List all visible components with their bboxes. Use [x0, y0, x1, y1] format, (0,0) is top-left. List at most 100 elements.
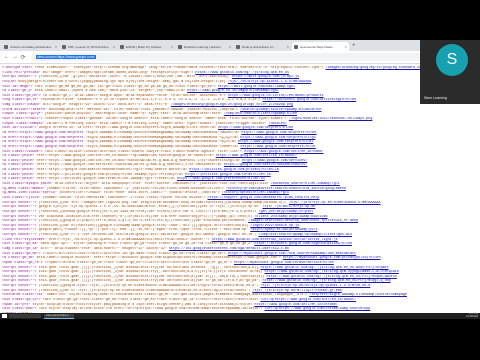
source-link[interactable]: https://www.google.co.in/imghp?hl=en&amp… — [187, 89, 279, 93]
tab-close-icon[interactable]: × — [345, 44, 347, 49]
source-tag: <span id="prt" — [2, 302, 31, 307]
source-link[interactable]: /complete/search?q&amp;cp=0&amp;client=g… — [258, 233, 352, 237]
forward-button[interactable]: → — [11, 54, 19, 60]
source-link[interactable]: https://policies.google.com/privacy?hl=e… — [189, 168, 279, 172]
new-tab-button[interactable]: + — [352, 42, 356, 51]
source-tag: <a href="https://www.google.com/setprefs — [2, 144, 84, 149]
source-link[interactable]: /images/branding/googlelogo/2x/googlelog… — [171, 103, 293, 107]
tab-label: Arduino controlling all Robotics — [10, 44, 52, 49]
source-link[interactable]: https://www.google.co.in/intl/en/about/p… — [228, 94, 324, 98]
source-link[interactable]: /xjs/_/js/md=1/k=xjs.hp.en — [262, 205, 315, 209]
taskbar-clock[interactable]: 9:47 PM 12/14/2022 — [466, 312, 478, 319]
source-link[interactable]: https://www.google.com/intl/en_in/about/ — [216, 154, 297, 158]
back-button[interactable]: ← — [3, 54, 11, 60]
source-link[interactable]: https://www.gstatic.com/og/_/ss/k=og.qtm… — [265, 270, 399, 274]
source-link[interactable]: https://apis.google.com/js/api.js — [232, 75, 299, 79]
source-link[interactable]: https://www.gstatic.com/og/_/js/k=og.qtm… — [260, 266, 388, 270]
source-link[interactable]: /images/searchbox/desktop_searchbox_spri… — [248, 219, 358, 223]
source-attrs: data-ogsr-up="" style="padding:0"><div c… — [40, 242, 253, 247]
source-link[interactable]: https://mail.google.com/mail/&amp;ogbl — [218, 85, 295, 89]
taskbar-chrome-app[interactable]: view-source:https://... — [44, 313, 74, 319]
source-attrs: jsname="xl07Ob" role="menu" tabindex="-1… — [46, 186, 224, 191]
source-attrs: focusable="false" viewbox="0 0 24 24"><p… — [40, 98, 261, 103]
source-link[interactable]: https://support.google.com/websearch/?p=… — [208, 196, 320, 200]
source-tag: <textarea class="csi" — [2, 293, 45, 298]
windows-start-icon[interactable] — [2, 314, 7, 318]
source-link[interactable]: https://policies.google.com/terms?hl=en-… — [185, 173, 270, 177]
source-link[interactable]: /logos/doodles/2022/seasonal-holidays.pn… — [289, 117, 372, 121]
tab-5[interactable]: view-source:https://www... × — [292, 42, 349, 51]
address-bar[interactable]: view-source:https://www.google.com/ — [31, 53, 421, 61]
source-link[interactable]: /xjs/_/js/k=xjs.hp.en/m=lllQlf,P10Owf,gf… — [252, 289, 342, 293]
source-link[interactable]: /url?q=https://www.google.com/chrome/&am… — [265, 307, 371, 311]
source-link[interactable]: /logos/2022/doodle_hp.js — [250, 224, 299, 228]
tab-close-icon[interactable]: × — [171, 44, 173, 49]
source-link[interactable]: https://www.google.com/setprefs?hl=bn — [218, 126, 293, 130]
tab-label: Robotics Learning | Arduino — [184, 44, 221, 49]
source-link[interactable]: /xjs/_/ss/k=xjs.hp.qL8nsi.L.X.O/am=AAAAA… — [228, 80, 311, 84]
source-link[interactable]: /xjs/_/js/k=xjs.hp.en.hJ8Mt3Ewh5o.O/am=A… — [289, 201, 381, 205]
source-link[interactable]: https://www.gstatic.com/og/_/js/k=og.qtm… — [195, 71, 289, 75]
source-link[interactable]: https://www.google.com/setprefs?hl=ur — [240, 145, 315, 149]
source-link[interactable]: https://www.gstatic.com/external_hosted/… — [212, 238, 338, 242]
source-link[interactable]: https://www.google.com/services/ — [242, 159, 307, 163]
source-attrs: Google offered in: <a href="https://www.… — [38, 126, 216, 131]
tab-close-icon[interactable]: × — [55, 44, 57, 49]
source-link[interactable]: https://accounts.google.com/SignOutOptio… — [254, 242, 352, 246]
source-attrs: body{margin:0;overflow-y:scroll}#gog{pad… — [18, 79, 226, 84]
source-link[interactable]: https://www.google.com/setprefs?hl=ml — [238, 140, 313, 144]
source-link[interactable]: /history/privacyadvisor/search/unauth?ut… — [226, 187, 346, 191]
source-link[interactable]: https://www.google.com/setprefs?hl=gu — [240, 136, 315, 140]
tab-2[interactable]: ESP32 | Build 13 | Arduino × — [118, 42, 175, 51]
taskbar-search-box[interactable] — [9, 314, 41, 318]
source-attrs: href="/xjs/_/ss/k=xjs.hp.qL8nsi.L.X.O/am… — [48, 237, 210, 242]
source-link[interactable]: /xjs/_/js/k=xjs.hp.en/ck=xjs.hp.qL8nsi.L… — [260, 284, 370, 288]
source-link[interactable]: https://www.gstatic.com/og/_/js/k=og.qtm… — [262, 279, 390, 283]
tab-1[interactable]: PDF | Lesson 9 | ROS Arduino × — [60, 42, 117, 51]
source-tag: <script nonce=""> — [2, 205, 37, 210]
tab-3[interactable]: Robotics Learning | Arduino × — [176, 42, 233, 51]
source-tag: <script nonce=""> — [2, 219, 37, 224]
source-tag: <script nonce=""> — [2, 214, 37, 219]
source-link[interactable]: https://ads.google.com/intl/en_in/home/ — [244, 150, 323, 154]
source-link[interactable]: https://google.com/search/howsearchworks… — [224, 163, 307, 167]
source-attrs: (function(){var b=[function(){google.tic… — [38, 223, 249, 228]
source-attrs: (function(){window.google.erd={jsr:1,bv:… — [38, 209, 257, 214]
source-tag: <script nonce=""> — [2, 284, 37, 289]
source-tag: <script nonce=""> — [2, 228, 37, 233]
tab-label: Node.js and Arduino Cl... — [242, 44, 276, 49]
source-link[interactable]: /async/bgasy?ei=AbCdEfGh&amp;yv=3 — [250, 228, 317, 232]
source-link[interactable]: https://myaccount.google.com/termsofserv… — [234, 261, 334, 265]
source-link[interactable]: https://www.google.com/intl/en_in/chrome… — [254, 303, 337, 307]
source-link[interactable]: /complete/search?client=hp&amp;hl=en — [224, 112, 297, 116]
source-tag: <div class="FPdoLc"> — [2, 117, 43, 122]
source-tag: <script nonce=""> — [2, 209, 37, 214]
address-bar-url[interactable]: view-source:https://www.google.com/ — [36, 55, 96, 59]
source-link[interactable]: https://accounts.google.com/ServiceLogin… — [262, 98, 356, 102]
tab-0[interactable]: Arduino controlling all Robotics × — [2, 42, 59, 51]
source-attrs: ?sig=0_Ab&amp;hl=pa&amp;source=homepage&… — [85, 144, 239, 149]
source-link[interactable]: https://lh3.googleusercontent.com/ogw/de… — [169, 247, 289, 251]
source-link[interactable]: https://www.gstatic.com/og/_/js/k=og.qtm… — [267, 275, 397, 279]
source-link[interactable]: https://www.google.com/preferences?hl=en… — [177, 177, 265, 181]
tab-close-icon[interactable]: × — [113, 44, 115, 49]
source-link[interactable]: https://myaccount.google.com/privacypoli… — [283, 256, 381, 260]
source-link[interactable]: /advanced_search?hl=en-IN&amp;fg=1 — [271, 182, 340, 186]
tab-favicon-icon — [178, 44, 182, 49]
source-tag: <link rel="stylesheet" — [2, 237, 47, 242]
source-attrs: value="I'm Feeling Lucky" aria-label="I'… — [46, 121, 267, 126]
source-link[interactable]: /history/optout?hl=en-IN&amp;fg=1 — [222, 191, 289, 195]
source-link[interactable]: /gen_204?atyp=i&amp;ct=psnt — [258, 210, 313, 214]
source-link[interactable]: /search?q=&amp;source=hp&amp;ei=AbCdEfGh — [240, 108, 321, 112]
source-link[interactable]: https://www.google.com/setprefs?hl=mr — [241, 131, 316, 135]
tab-4[interactable]: Node.js and Arduino Cl... × — [234, 42, 291, 51]
source-link[interactable]: https://myaccount.google.com/?utm_source… — [228, 252, 356, 256]
source-link[interactable]: /setprefs?sig=0_Ab&amp;hl=en&amp;source=… — [309, 293, 407, 297]
source-link[interactable]: /doodles/ — [269, 122, 287, 126]
reload-button[interactable]: ⟳ — [19, 54, 27, 61]
source-link[interactable]: /client_204?&amp;atyp=i&amp;biw=1366 — [254, 215, 327, 219]
source-link[interactable]: /url?q=https://www.google.com/intl/en_in… — [260, 298, 356, 302]
tab-close-icon[interactable]: × — [287, 44, 289, 49]
presenter-name: Stem Learning — [424, 96, 447, 100]
tab-close-icon[interactable]: × — [229, 44, 231, 49]
